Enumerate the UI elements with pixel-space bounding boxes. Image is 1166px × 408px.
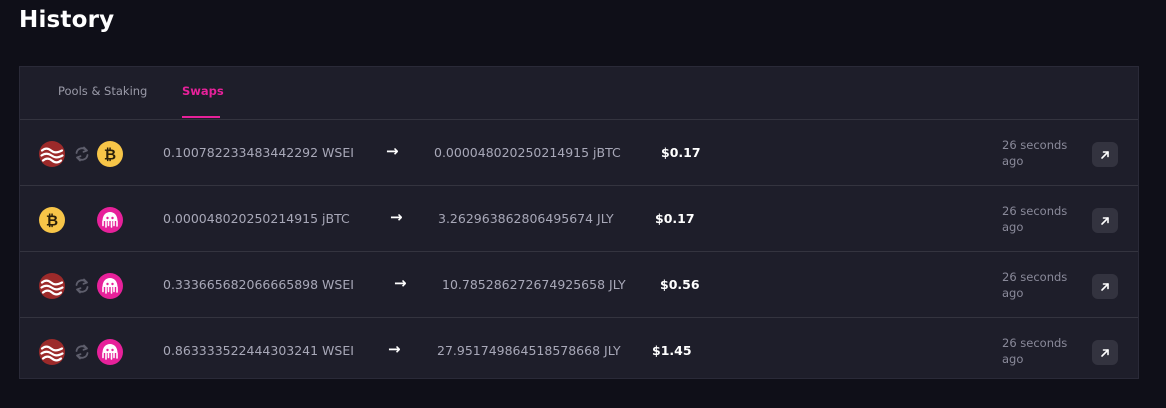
usd-value: $0.56	[660, 277, 700, 292]
sei-token-icon	[39, 273, 65, 299]
arrow-right-icon: →	[390, 208, 403, 226]
swap-row: 0.000048020250214915 jBTC → 3.2629638628…	[20, 186, 1138, 252]
from-amount: 0.000048020250214915 jBTC	[163, 211, 350, 226]
to-amount: 27.951749864518578668 JLY	[437, 343, 621, 358]
active-tab-indicator	[182, 116, 220, 118]
external-link-icon	[1100, 282, 1110, 292]
open-transaction-button[interactable]	[1092, 274, 1118, 299]
timestamp: 26 seconds ago	[1002, 204, 1068, 234]
jelly-token-icon	[97, 207, 123, 233]
swap-row: 0.333665682066665898 WSEI → 10.785286272…	[20, 252, 1138, 318]
usd-value: $0.17	[661, 145, 701, 160]
jelly-token-icon	[97, 339, 123, 365]
open-transaction-button[interactable]	[1092, 208, 1118, 233]
to-amount: 0.000048020250214915 jBTC	[434, 145, 621, 160]
from-amount: 0.863333522444303241 WSEI	[163, 343, 354, 358]
page-title: History	[19, 7, 115, 33]
btc-token-icon	[97, 141, 123, 167]
history-panel: Pools & Staking Swaps 0.1007822334834422…	[19, 66, 1139, 379]
btc-token-icon	[39, 207, 65, 233]
usd-value: $0.17	[655, 211, 695, 226]
external-link-icon	[1100, 216, 1110, 226]
external-link-icon	[1100, 348, 1110, 358]
open-transaction-button[interactable]	[1092, 142, 1118, 167]
from-amount: 0.100782233483442292 WSEI	[163, 145, 354, 160]
sei-token-icon	[39, 339, 65, 365]
arrow-right-icon: →	[386, 142, 399, 160]
timestamp: 26 seconds ago	[1002, 138, 1068, 168]
timestamp: 26 seconds ago	[1002, 336, 1068, 366]
sei-token-icon	[39, 141, 65, 167]
timestamp: 26 seconds ago	[1002, 270, 1068, 300]
usd-value: $1.45	[652, 343, 692, 358]
external-link-icon	[1100, 150, 1110, 160]
swap-icon	[73, 145, 91, 163]
arrow-right-icon: →	[388, 340, 401, 358]
swap-row: 0.863333522444303241 WSEI → 27.951749864…	[20, 318, 1138, 383]
swap-icon	[73, 277, 91, 295]
swap-icon	[73, 343, 91, 361]
arrow-right-icon: →	[394, 274, 407, 292]
to-amount: 3.262963862806495674 JLY	[438, 211, 614, 226]
open-transaction-button[interactable]	[1092, 340, 1118, 365]
jelly-token-icon	[97, 273, 123, 299]
swap-row: 0.100782233483442292 WSEI → 0.0000480202…	[20, 120, 1138, 186]
tab-bar: Pools & Staking Swaps	[20, 67, 1138, 120]
tab-pools-staking[interactable]: Pools & Staking	[58, 84, 147, 98]
to-amount: 10.785286272674925658 JLY	[442, 277, 626, 292]
tab-swaps[interactable]: Swaps	[182, 84, 224, 98]
from-amount: 0.333665682066665898 WSEI	[163, 277, 354, 292]
